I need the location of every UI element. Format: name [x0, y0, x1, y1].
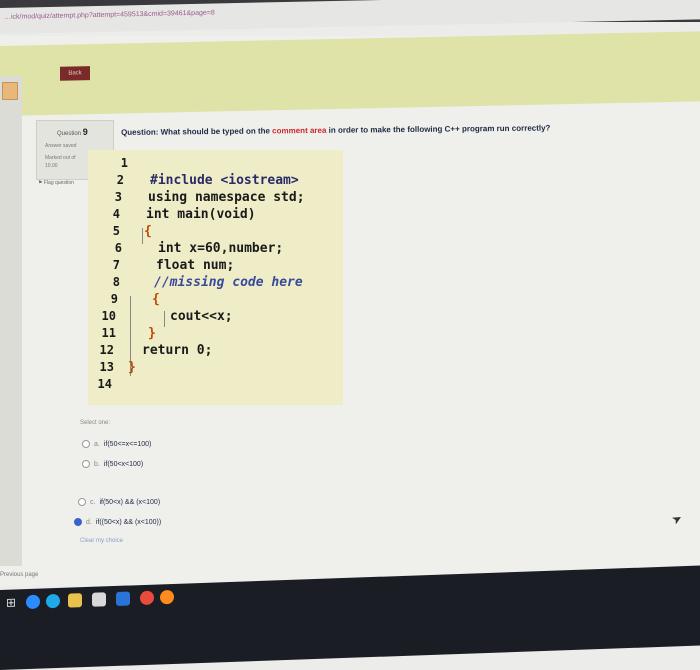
code-line: {: [152, 292, 160, 307]
answer-option-b[interactable]: b. if(50<x<100): [82, 460, 143, 468]
radio-button[interactable]: [78, 498, 86, 506]
edge-icon[interactable]: [46, 593, 60, 609]
previous-page-button[interactable]: Previous page: [0, 572, 38, 578]
line-number: 6: [114, 241, 122, 255]
code-line: //missing code here: [154, 275, 303, 290]
line-number: 11: [101, 326, 116, 340]
file-explorer-icon[interactable]: [68, 593, 82, 608]
address-bar[interactable]: …ick/mod/quiz/attempt.php?attempt=459513…: [0, 0, 700, 35]
code-line: using namespace std;: [148, 190, 305, 205]
flag-icon: ⚑: [38, 180, 43, 186]
line-number: 14: [97, 377, 112, 391]
code-line: float num;: [156, 258, 235, 273]
firefox-icon[interactable]: [160, 589, 174, 605]
line-number: 3: [114, 190, 122, 204]
left-sidebar: [0, 76, 22, 566]
url-text: …ick/mod/quiz/attempt.php?attempt=459513…: [4, 9, 215, 21]
line-number: 1: [120, 156, 128, 170]
mail-icon[interactable]: [116, 591, 130, 606]
store-icon[interactable]: [92, 592, 106, 607]
code-line: }: [148, 326, 156, 341]
code-line: cout<<x;: [170, 309, 233, 324]
fold-marker: [142, 228, 143, 244]
question-number: Question 9: [57, 127, 88, 137]
line-number: 12: [99, 343, 114, 357]
line-number: 9: [110, 292, 118, 306]
task-view-icon[interactable]: [26, 594, 40, 610]
radio-button-selected[interactable]: [74, 518, 82, 526]
clear-choice-link[interactable]: Clear my choice: [80, 538, 123, 544]
question-marks: Marked out of: [45, 155, 76, 161]
radio-button[interactable]: [82, 460, 90, 468]
back-button[interactable]: Back: [60, 66, 90, 81]
line-number: 7: [112, 258, 120, 272]
code-line: int x=60,number;: [158, 241, 284, 256]
line-number: 10: [101, 309, 116, 323]
code-line: return 0;: [142, 343, 213, 358]
code-listing: 1 2 3 4 5 6 7 8 9 10 11 12 13 14 #includ…: [90, 156, 340, 396]
code-line: int main(void): [146, 207, 256, 222]
question-status: Answer saved: [45, 143, 77, 149]
answer-option-c[interactable]: c. if(50<x) && (x<100): [78, 498, 160, 506]
chrome-icon[interactable]: [140, 590, 154, 606]
code-line: }: [128, 360, 136, 375]
question-marks-value: 10.00: [45, 163, 58, 169]
answer-option-a[interactable]: a. if(50<=x<=100): [82, 440, 151, 448]
flag-question-link[interactable]: ⚑ Flag question: [38, 180, 74, 186]
radio-button[interactable]: [82, 440, 90, 448]
code-line: #include <iostream>: [150, 173, 299, 188]
fold-marker: [164, 311, 165, 327]
select-one-label: Select one:: [80, 420, 111, 426]
answer-option-d[interactable]: d. if((50<x) && (x<100)): [74, 518, 161, 526]
line-number: 13: [99, 360, 114, 374]
line-number: 8: [112, 275, 120, 289]
code-line: {: [144, 224, 152, 239]
line-number: 4: [112, 207, 120, 221]
line-number: 2: [116, 173, 124, 187]
windows-start-icon[interactable]: ⊞: [6, 595, 16, 609]
page-header-banner: Back: [0, 31, 700, 116]
home-icon[interactable]: [2, 82, 18, 100]
line-number: 5: [112, 224, 120, 238]
